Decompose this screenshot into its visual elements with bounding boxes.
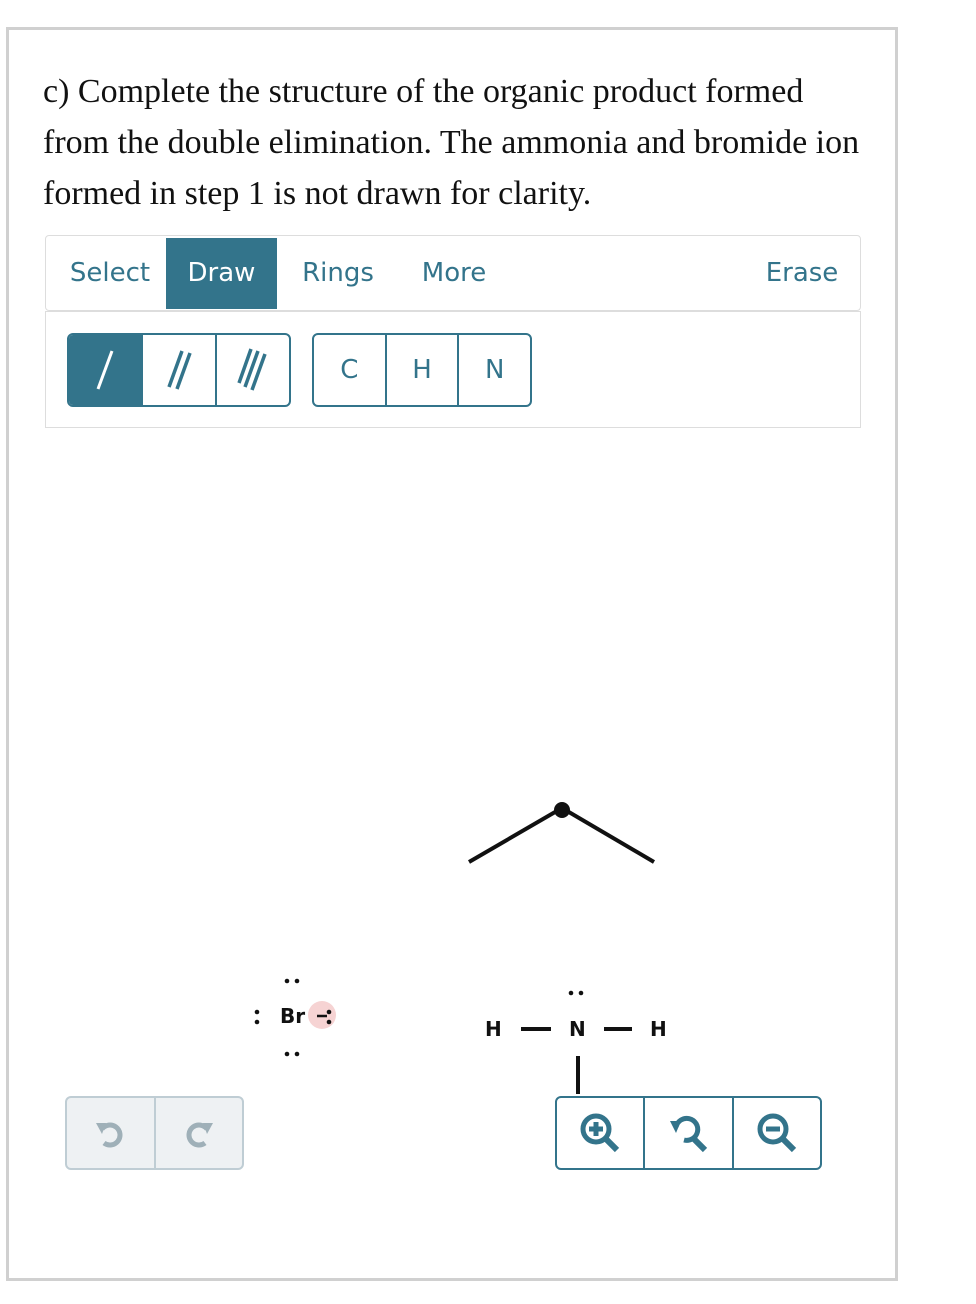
zoom-controls bbox=[555, 1096, 822, 1170]
zoom-out-button[interactable] bbox=[734, 1098, 820, 1168]
history-controls bbox=[65, 1096, 244, 1170]
bromide-label[interactable]: Br bbox=[280, 1004, 305, 1028]
zoom-out-icon bbox=[757, 1113, 796, 1153]
redo-icon bbox=[186, 1122, 213, 1148]
zoom-in-button[interactable] bbox=[557, 1098, 646, 1168]
redo-button[interactable] bbox=[156, 1098, 243, 1168]
undo-button[interactable] bbox=[67, 1098, 156, 1168]
bond[interactable] bbox=[467, 806, 564, 864]
h-atom-label[interactable]: H bbox=[485, 1017, 502, 1041]
h-atom-label[interactable]: H bbox=[650, 1017, 667, 1041]
reset-zoom-icon bbox=[670, 1115, 708, 1153]
carbon-atom[interactable] bbox=[554, 802, 570, 818]
n-atom-label[interactable]: N bbox=[569, 1017, 586, 1041]
zoom-in-icon bbox=[580, 1113, 620, 1153]
undo-icon bbox=[96, 1122, 123, 1148]
bond[interactable] bbox=[560, 806, 656, 864]
reset-zoom-button[interactable] bbox=[645, 1098, 734, 1168]
